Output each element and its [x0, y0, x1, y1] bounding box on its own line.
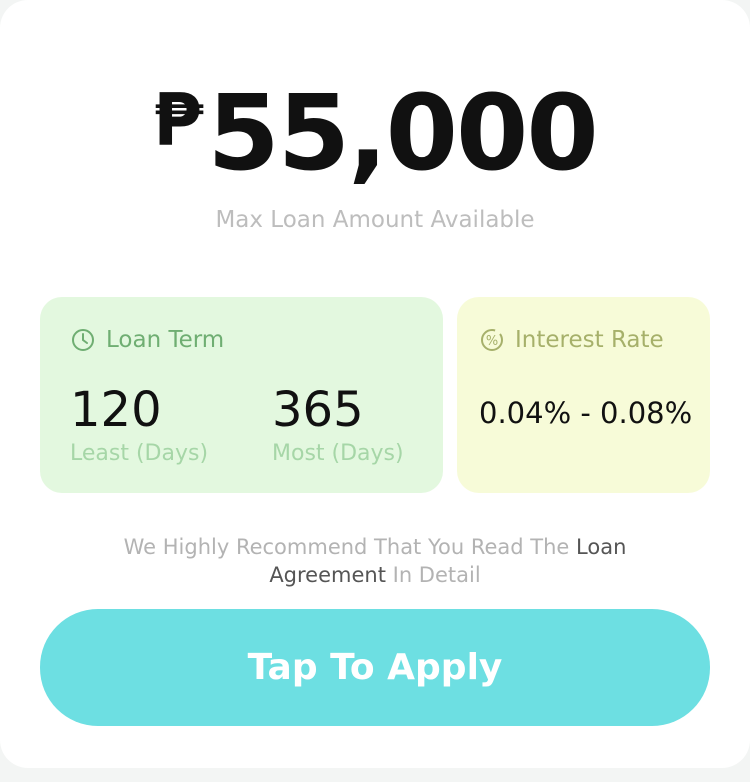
- interest-rate-value: 0.04% - 0.08%: [479, 396, 693, 430]
- svg-text:%: %: [486, 334, 498, 349]
- loan-term-title: Loan Term: [106, 327, 225, 353]
- most-days-value: 365: [272, 382, 364, 438]
- clock-icon: [70, 327, 96, 353]
- max-loan-amount: 55,000: [207, 72, 598, 194]
- loan-term-panel: Loan Term 120 Least (Days) 365 Most (Day…: [40, 297, 443, 493]
- agreement-notice: We Highly Recommend That You Read The Lo…: [75, 533, 675, 589]
- loan-offer-card: ₱ 55,000 Max Loan Amount Available Loan …: [0, 0, 750, 768]
- apply-button[interactable]: Tap To Apply: [40, 609, 710, 726]
- least-days-caption: Least (Days): [70, 441, 209, 466]
- apply-button-label: Tap To Apply: [247, 647, 503, 688]
- interest-rate-title: Interest Rate: [515, 327, 664, 353]
- interest-rate-header: % Interest Rate: [479, 327, 664, 353]
- notice-prefix: We Highly Recommend That You Read The: [123, 535, 577, 559]
- loan-term-header: Loan Term: [70, 327, 224, 353]
- max-amount-subtitle: Max Loan Amount Available: [215, 207, 535, 233]
- most-days-caption: Most (Days): [272, 441, 404, 466]
- least-days-value: 120: [70, 382, 162, 438]
- notice-suffix: In Detail: [385, 563, 481, 587]
- percent-icon: %: [479, 327, 505, 353]
- currency-symbol: ₱: [153, 78, 204, 162]
- interest-rate-panel: % Interest Rate 0.04% - 0.08%: [457, 297, 710, 493]
- max-amount-display: ₱ 55,000: [0, 78, 750, 188]
